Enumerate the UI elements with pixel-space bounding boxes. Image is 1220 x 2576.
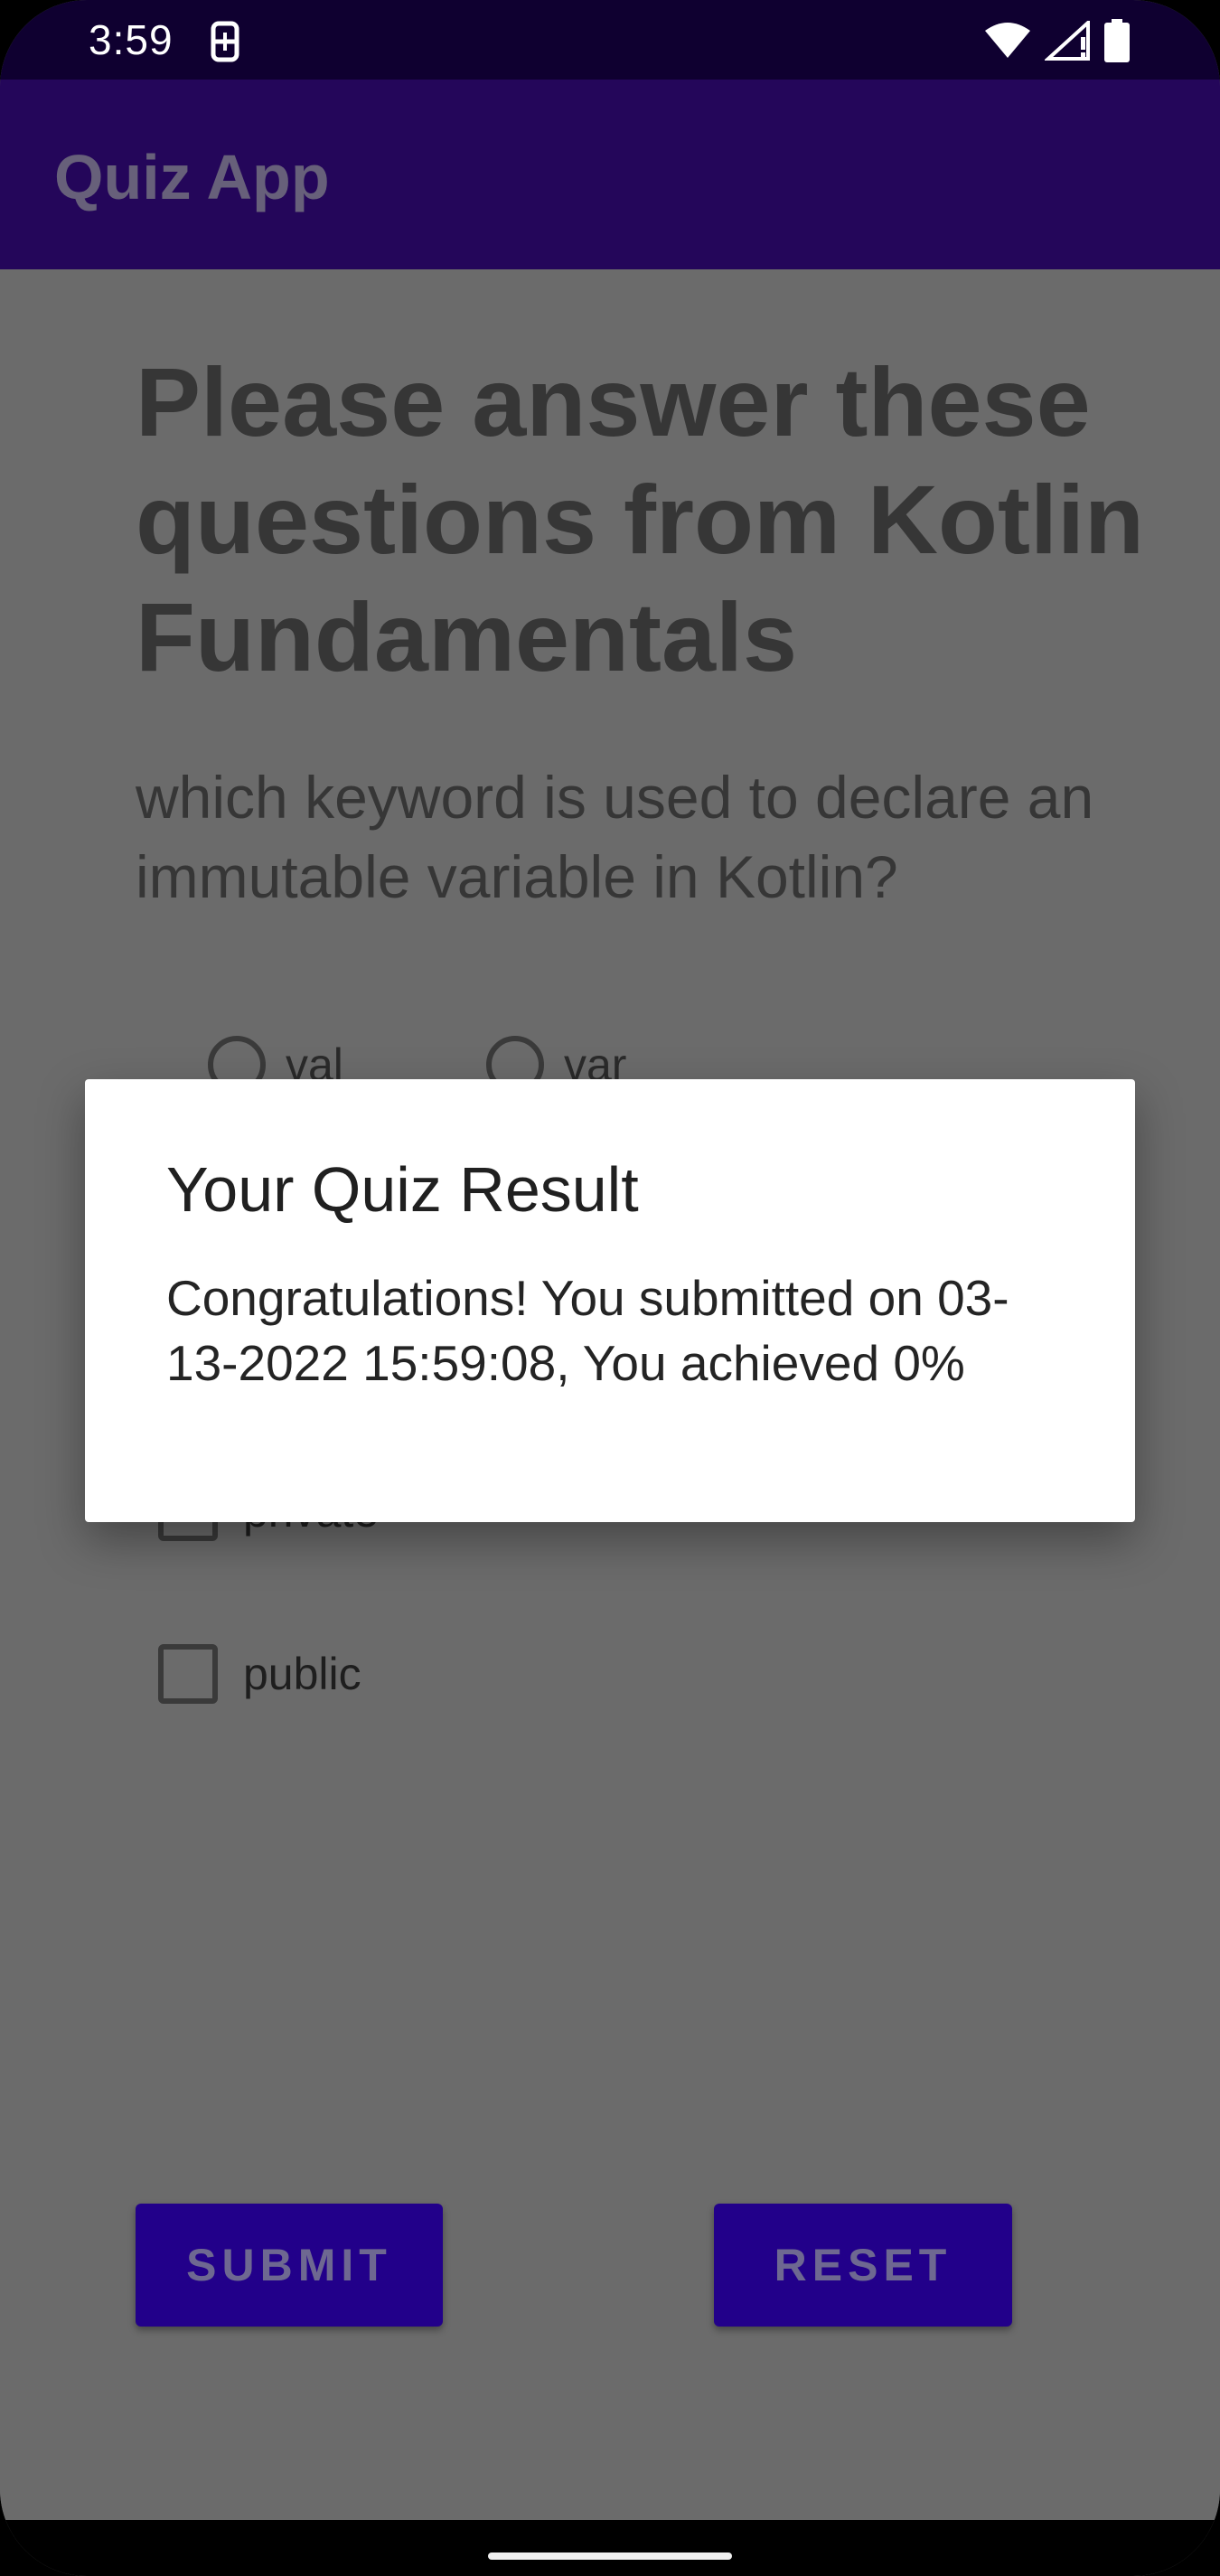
dialog-message: Congratulations! You submitted on 03-13-… xyxy=(166,1270,1009,1391)
battery-icon xyxy=(1104,19,1130,62)
wifi-icon xyxy=(985,23,1030,58)
home-gesture-handle[interactable] xyxy=(488,2552,732,2560)
navigation-bar xyxy=(0,2520,1220,2576)
submit-button[interactable]: SUBMIT xyxy=(136,2204,443,2327)
checkbox[interactable] xyxy=(158,1644,218,1704)
status-icons xyxy=(983,18,1130,63)
device-screen: 3:59 Quiz App Please answer these questi… xyxy=(0,0,1220,2576)
quiz-heading: Please answer these questions from Kotli… xyxy=(136,347,1144,691)
app-title: Quiz App xyxy=(54,142,330,212)
reset-button[interactable]: RESET xyxy=(714,2204,1012,2327)
checkbox-label-public: public xyxy=(243,1649,361,1699)
signal-icon xyxy=(1045,21,1090,61)
notification-icon xyxy=(211,21,239,62)
app-bar: Quiz App xyxy=(0,80,1220,269)
result-dialog[interactable]: Your Quiz Result Congratulations! You su… xyxy=(85,1079,1135,1522)
question-text: which keyword is used to declare an immu… xyxy=(136,764,1094,910)
status-time: 3:59 xyxy=(89,16,174,63)
dialog-title: Your Quiz Result xyxy=(166,1154,639,1225)
status-bar: 3:59 xyxy=(0,0,1220,80)
checkbox-option-public[interactable]: public xyxy=(158,1641,361,1706)
